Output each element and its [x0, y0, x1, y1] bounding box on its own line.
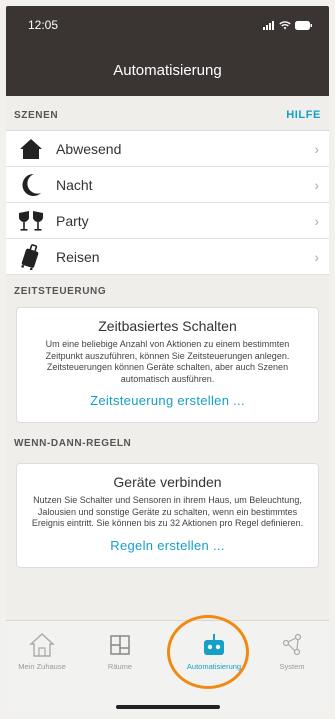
rules-description: Nutzen Sie Schalter und Sensoren in ihre… [31, 495, 304, 528]
chevron-right-icon: › [314, 212, 319, 229]
page-title: Automatisierung [113, 61, 222, 79]
create-timer-link[interactable]: Zeitsteuerung erstellen ... [90, 393, 245, 408]
scene-item-abwesend[interactable]: Abwesend › [6, 131, 329, 167]
chevron-right-icon: › [314, 140, 319, 157]
tab-mein-zuhause[interactable]: Mein Zuhause [10, 631, 74, 671]
active-tab-highlight-circle [167, 615, 249, 689]
timer-heading: ZEITSTEUERUNG [14, 285, 107, 297]
timer-section-header: ZEITSTEUERUNG [6, 275, 329, 307]
scene-item-nacht[interactable]: Nacht › [6, 167, 329, 203]
moon-icon [16, 173, 46, 197]
scene-label: Party [56, 212, 89, 229]
status-time: 12:05 [28, 18, 59, 32]
rules-heading: WENN-DANN-REGELN [14, 437, 132, 449]
chevron-right-icon: › [314, 176, 319, 193]
nav-bar: Automatisierung [6, 44, 329, 96]
tab-bar: Mein Zuhause Räume Automatisierung Syste… [6, 620, 329, 713]
glasses-icon [16, 209, 46, 233]
chevron-right-icon: › [314, 248, 319, 265]
rules-card: Geräte verbinden Nutzen Sie Schalter und… [16, 463, 319, 568]
suitcase-icon [16, 243, 46, 270]
tab-system[interactable]: System [260, 631, 324, 671]
rooms-icon [88, 631, 152, 659]
network-icon [260, 631, 324, 659]
rules-section-header: WENN-DANN-REGELN [6, 423, 329, 463]
rules-title: Geräte verbinden [113, 474, 222, 490]
home-indicator[interactable] [116, 705, 220, 709]
timer-description: Um eine beliebige Anzahl von Aktionen zu… [45, 339, 290, 384]
scene-label: Reisen [56, 248, 100, 265]
scene-item-party[interactable]: Party › [6, 203, 329, 239]
phone-screen: 12:05 Automatisierung SZENEN HILFE Abwes… [6, 6, 329, 713]
create-rules-link[interactable]: Regeln erstellen ... [110, 538, 224, 553]
scenes-section-header: SZENEN HILFE [6, 100, 329, 130]
timer-title: Zeitbasiertes Schalten [98, 318, 237, 334]
tab-raeume[interactable]: Räume [88, 631, 152, 671]
scenes-heading: SZENEN [14, 109, 59, 121]
scene-list: Abwesend › Nacht › Party › Reisen › [6, 130, 329, 275]
status-bar: 12:05 [6, 6, 329, 44]
battery-icon [295, 20, 312, 30]
scene-label: Abwesend [56, 140, 122, 157]
house-icon [16, 137, 46, 161]
help-link[interactable]: HILFE [286, 109, 321, 121]
signal-icon [263, 20, 274, 30]
wifi-icon [279, 20, 291, 29]
timer-card: Zeitbasiertes Schalten Um eine beliebige… [16, 307, 319, 423]
home-outline-icon [10, 631, 74, 659]
scene-item-reisen[interactable]: Reisen › [6, 239, 329, 275]
status-icons [263, 20, 313, 30]
scene-label: Nacht [56, 176, 93, 193]
